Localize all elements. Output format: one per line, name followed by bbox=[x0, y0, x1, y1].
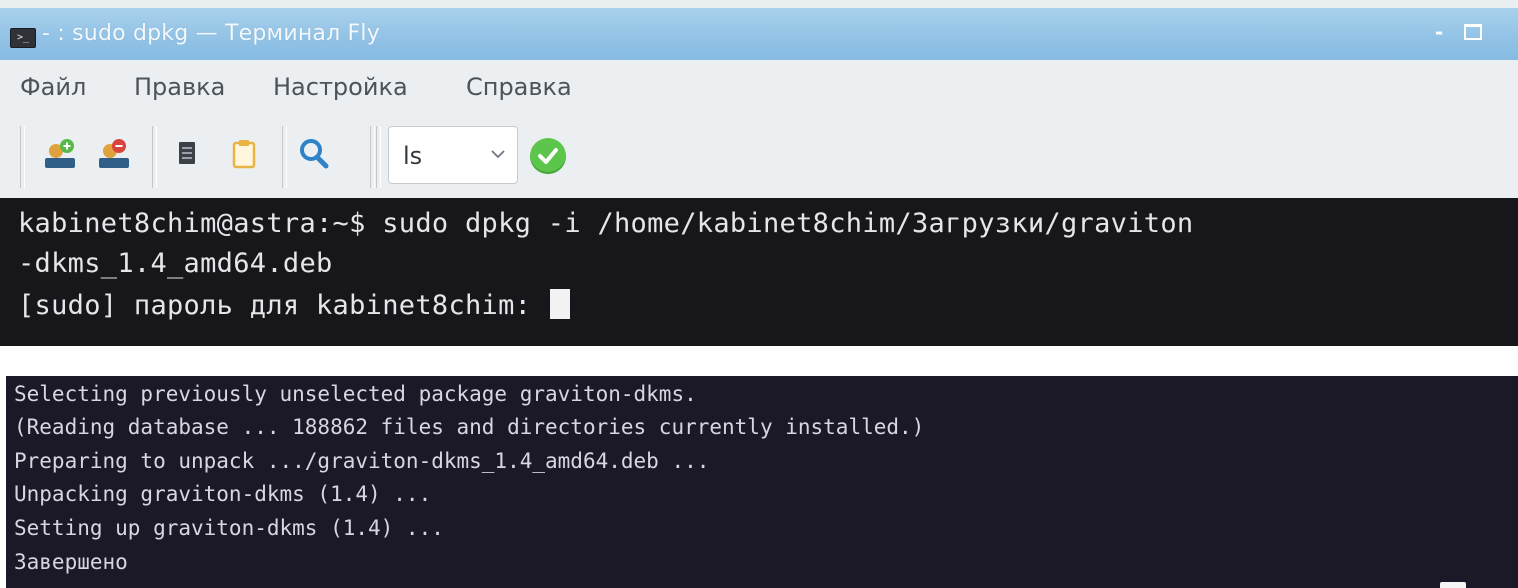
terminal-output-bottom[interactable]: Selecting previously unselected package … bbox=[6, 376, 1518, 588]
command-combo[interactable]: ls bbox=[388, 126, 518, 184]
paste-icon bbox=[232, 140, 256, 169]
sudo-password-prompt: [sudo] пароль для kabinet8chim: bbox=[18, 290, 548, 321]
menu-file[interactable]: Файл bbox=[20, 72, 86, 102]
toolbar-grip[interactable] bbox=[370, 126, 375, 188]
menu-settings[interactable]: Настройка bbox=[273, 72, 408, 102]
terminal-line: Preparing to unpack .../graviton-dkms_1.… bbox=[14, 449, 710, 473]
title-bar[interactable]: >_ - : sudo dpkg — Терминал Fly - bbox=[0, 8, 1518, 60]
terminal-icon: >_ bbox=[10, 28, 36, 48]
separator bbox=[0, 346, 1518, 376]
minimize-button[interactable]: - bbox=[1426, 20, 1452, 44]
new-session-icon bbox=[45, 139, 75, 168]
new-session-button[interactable] bbox=[42, 136, 78, 172]
terminal-line: Unpacking graviton-dkms (1.4) ... bbox=[14, 482, 432, 506]
run-command-button[interactable] bbox=[530, 138, 566, 174]
toolbar-separator bbox=[152, 126, 157, 188]
menu-edit[interactable]: Правка bbox=[134, 72, 225, 102]
scroll-corner bbox=[1440, 582, 1466, 588]
toolbar-grip[interactable] bbox=[20, 126, 25, 188]
copy-icon bbox=[179, 142, 195, 164]
text-cursor bbox=[549, 288, 570, 319]
close-session-icon bbox=[99, 139, 129, 168]
toolbar-grip bbox=[376, 126, 381, 188]
menu-help[interactable]: Справка bbox=[466, 72, 572, 102]
terminal-line: kabinet8chim@astra:~$ sudo dpkg -i /home… bbox=[18, 208, 1194, 239]
maximize-icon bbox=[1464, 23, 1482, 40]
menu-bar: Файл Правка Настройка Справка bbox=[0, 60, 1518, 114]
ok-check-icon bbox=[538, 148, 558, 164]
toolbar: ls bbox=[0, 114, 1518, 199]
terminal-line: (Reading database ... 188862 files and d… bbox=[14, 415, 925, 439]
terminal-line: Selecting previously unselected package … bbox=[14, 382, 697, 406]
terminal-line: Setting up graviton-dkms (1.4) ... bbox=[14, 516, 444, 540]
search-button[interactable] bbox=[296, 136, 332, 172]
window-title: - : sudo dpkg — Терминал Fly bbox=[42, 21, 380, 46]
terminal-output-top[interactable]: kabinet8chim@astra:~$ sudo dpkg -i /home… bbox=[0, 198, 1518, 346]
terminal-line: -dkms_1.4_amd64.deb bbox=[18, 248, 333, 279]
copy-button[interactable] bbox=[170, 136, 206, 172]
chevron-down-icon[interactable] bbox=[489, 145, 507, 163]
toolbar-separator bbox=[282, 126, 287, 188]
terminal-prompt-line: [sudo] пароль для kabinet8chim: bbox=[18, 288, 570, 324]
terminal-window: >_ - : sudo dpkg — Терминал Fly - Файл П… bbox=[0, 0, 1518, 346]
maximize-button[interactable] bbox=[1460, 20, 1486, 44]
search-icon bbox=[300, 139, 329, 169]
terminal-line: Завершено bbox=[14, 550, 128, 574]
command-combo-value: ls bbox=[403, 142, 423, 170]
paste-button[interactable] bbox=[226, 136, 262, 172]
close-session-button[interactable] bbox=[96, 136, 132, 172]
